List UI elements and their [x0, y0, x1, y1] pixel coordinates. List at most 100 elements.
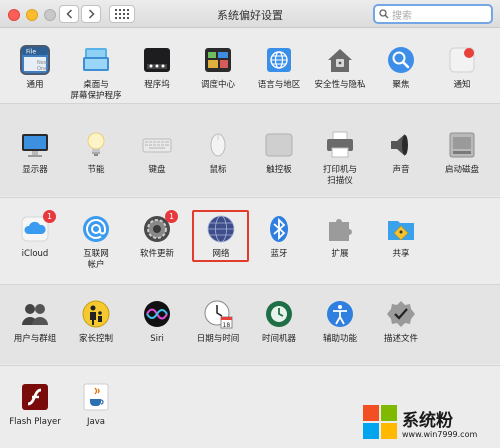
pref-keyboard[interactable]: 键盘 [126, 130, 188, 176]
sharing-folder-icon [386, 214, 416, 244]
pref-accessibility[interactable]: 辅助功能 [309, 299, 371, 345]
pref-label: 聚焦 [392, 80, 410, 90]
minimize-window-button[interactable] [26, 9, 38, 21]
close-window-button[interactable] [8, 9, 20, 21]
pref-label: 语言与地区 [257, 80, 301, 90]
siri-icon [142, 299, 172, 329]
pref-label: 扩展 [331, 249, 349, 259]
flash-player-icon [20, 382, 50, 412]
pref-label: 用户与群组 [13, 334, 57, 344]
pref-general[interactable]: File New One 通用 [4, 45, 66, 91]
printer-icon [325, 130, 355, 160]
icloud-icon: 1 [20, 210, 56, 244]
notification-badge: 1 [43, 210, 56, 223]
time-machine-icon [264, 299, 294, 329]
pref-label: 程序坞 [144, 80, 170, 90]
notifications-icon [447, 45, 477, 75]
pref-siri[interactable]: Siri [126, 299, 188, 345]
clock-calendar-icon: 18 [203, 299, 233, 329]
pref-label: 家长控制 [78, 334, 113, 344]
pref-label: 通用 [26, 80, 44, 90]
pref-label: iCloud [21, 249, 49, 259]
pref-label: 日期与时间 [196, 334, 240, 344]
pref-sharing[interactable]: 共享 [370, 214, 432, 260]
pref-icloud[interactable]: 1 iCloud [4, 210, 66, 260]
back-button[interactable] [59, 5, 79, 23]
keyboard-icon [142, 130, 172, 160]
window-title: 系统偏好设置 [217, 9, 283, 22]
pref-label: 辅助功能 [322, 334, 357, 344]
mission-control-icon [203, 45, 233, 75]
pref-java[interactable]: Java [65, 382, 127, 428]
watermark-text: 系统粉 [402, 411, 453, 431]
language-region-icon [264, 45, 294, 75]
show-all-button[interactable] [109, 5, 135, 23]
title-bar: 系统偏好设置 搜索 [0, 0, 500, 28]
pref-extensions[interactable]: 扩展 [309, 214, 371, 260]
bluetooth-icon [264, 214, 294, 244]
pref-label: 通知 [453, 80, 471, 90]
pref-software-update[interactable]: 1 软件更新 [126, 210, 188, 260]
pref-label: 鼠标 [209, 165, 227, 175]
hard-drive-icon [447, 130, 477, 160]
windows-logo-icon [363, 405, 397, 439]
pref-users-groups[interactable]: 用户与群组 [4, 299, 66, 345]
pref-sound[interactable]: 声音 [370, 130, 432, 176]
pref-notifications[interactable]: 通知 [431, 45, 493, 91]
pref-label: 显示器 [22, 165, 48, 175]
calendar-day-text: 18 [223, 322, 231, 329]
pref-time-machine[interactable]: 时间机器 [248, 299, 310, 345]
pref-label: 声音 [392, 165, 410, 175]
spotlight-icon [386, 45, 416, 75]
pref-displays[interactable]: 显示器 [4, 130, 66, 176]
gear-icon: 1 [142, 210, 178, 244]
section-internet: 1 iCloud 互联网 帐户 1 软件更新 网络 蓝牙 扩展 共享 [0, 197, 500, 283]
pref-mission-control[interactable]: 调度中心 [187, 45, 249, 91]
section-personal: File New One 通用 桌面与 屏幕保护程序 程序坞 调度中心 语言与地… [0, 29, 500, 102]
pref-spotlight[interactable]: 聚焦 [370, 45, 432, 91]
java-icon [81, 382, 111, 412]
pref-label: 节能 [87, 165, 105, 175]
pref-startup-disk[interactable]: 启动磁盘 [431, 130, 493, 176]
pref-flash-player[interactable]: Flash Player [4, 382, 66, 428]
trackpad-icon [264, 130, 294, 160]
pref-mouse[interactable]: 鼠标 [187, 130, 249, 176]
section-hardware: 显示器 节能 键盘 鼠标 触控板 打印机与 扫描仪 声音 启动磁盘 [0, 103, 500, 196]
general-icon-one-text: One [37, 66, 47, 72]
at-sign-icon [81, 214, 111, 244]
pref-label: 软件更新 [139, 249, 174, 259]
watermark-url: www.win7999.com [402, 430, 478, 439]
puzzle-icon [325, 214, 355, 244]
mouse-icon [203, 130, 233, 160]
zoom-window-button[interactable] [44, 9, 56, 21]
display-icon [20, 130, 50, 160]
pref-label: 启动磁盘 [444, 165, 479, 175]
speaker-icon [386, 130, 416, 160]
pref-date-time[interactable]: 18 日期与时间 [187, 299, 249, 345]
pref-dock[interactable]: 程序坞 [126, 45, 188, 91]
pref-trackpad[interactable]: 触控板 [248, 130, 310, 176]
pref-security-privacy[interactable]: 安全性与隐私 [309, 45, 371, 91]
house-lock-icon [325, 45, 355, 75]
pref-label: 键盘 [148, 165, 166, 175]
pref-parental-controls[interactable]: 家长控制 [65, 299, 127, 345]
general-icon: File New One [20, 45, 50, 75]
pref-language-region[interactable]: 语言与地区 [248, 45, 310, 91]
pref-bluetooth[interactable]: 蓝牙 [248, 214, 310, 260]
pref-profiles[interactable]: 描述文件 [370, 299, 432, 345]
pref-energy-saver[interactable]: 节能 [65, 130, 127, 176]
pref-label: 打印机与 扫描仪 [322, 165, 357, 186]
pref-printers-scanners[interactable]: 打印机与 扫描仪 [309, 130, 371, 187]
pref-internet-accounts[interactable]: 互联网 帐户 [65, 214, 127, 271]
pref-label: 共享 [392, 249, 410, 259]
pref-desktop-screensaver[interactable]: 桌面与 屏幕保护程序 [65, 45, 127, 102]
pref-label: 触控板 [266, 165, 292, 175]
chevron-left-icon [65, 9, 72, 19]
lightbulb-icon [81, 130, 111, 160]
chevron-right-icon [88, 9, 95, 19]
profiles-icon [386, 299, 416, 329]
pref-label: 描述文件 [383, 334, 418, 344]
search-field[interactable]: 搜索 [373, 4, 493, 24]
dock-icon [142, 45, 172, 75]
forward-button[interactable] [81, 5, 101, 23]
